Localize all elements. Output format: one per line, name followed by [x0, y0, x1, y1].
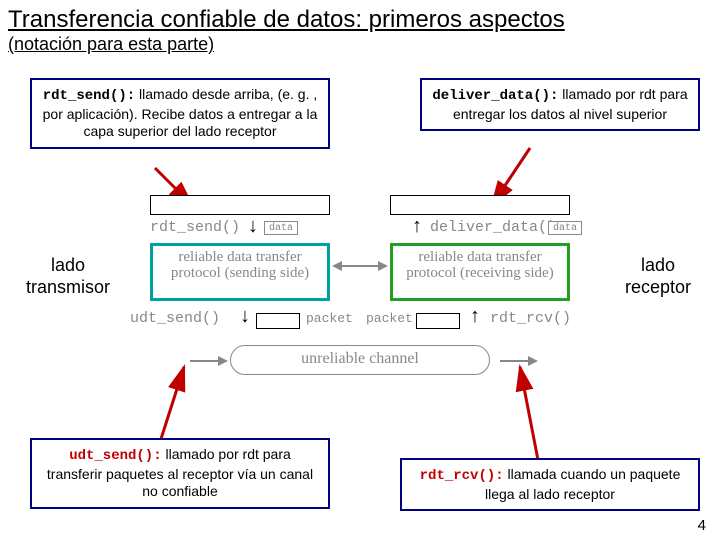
- app-bar-right: [390, 195, 570, 215]
- packet-box-right: [416, 313, 460, 329]
- rdt-send-code: rdt_send():: [43, 88, 135, 104]
- packet-label-left: packet: [306, 311, 353, 326]
- arrow-up-icon: ↑: [470, 305, 480, 328]
- deliver-data-desc: deliver_data(): llamado por rdt para ent…: [420, 78, 700, 131]
- rdt-rcv-desc: rdt_rcv(): llamada cuando un paquete lle…: [400, 458, 700, 511]
- fig-udt-send-label: udt_send(): [130, 310, 220, 327]
- side-left-label: lado transmisor: [18, 255, 118, 298]
- udt-send-code: udt_send():: [69, 448, 161, 464]
- channel-in-arrow: [190, 360, 220, 362]
- rdt-send-desc: rdt_send(): llamado desde arriba, (e. g.…: [30, 78, 330, 149]
- arrow-down-icon: ↓: [240, 305, 250, 328]
- arrow-down-icon: ↓: [248, 215, 258, 238]
- proto-sending: reliable data transfer protocol (sending…: [150, 243, 330, 301]
- udt-send-desc: udt_send(): llamado por rdt para transfe…: [30, 438, 330, 509]
- arrow-up-icon: ↑: [412, 215, 422, 238]
- channel-box: unreliable channel: [230, 345, 490, 375]
- packet-label-right: packet: [366, 311, 413, 326]
- slide-subtitle: (notación para esta parte): [0, 34, 720, 61]
- channel-out-arrow: [500, 360, 530, 362]
- rdt-figure: rdt_send() deliver_data() ↓ ↑ data data …: [130, 195, 590, 405]
- rdt-rcv-code: rdt_rcv():: [420, 468, 504, 484]
- proto-link-arrow: [340, 265, 380, 267]
- fig-rdt-rcv-label: rdt_rcv(): [490, 310, 571, 327]
- fig-rdt-send-label: rdt_send(): [150, 219, 240, 236]
- fig-deliver-data-label: deliver_data(): [430, 219, 556, 236]
- data-box-right: data: [548, 221, 582, 235]
- app-bar-left: [150, 195, 330, 215]
- proto-receiving: reliable data transfer protocol (receivi…: [390, 243, 570, 301]
- deliver-data-code: deliver_data():: [432, 88, 558, 104]
- packet-box-left: [256, 313, 300, 329]
- slide-title: Transferencia confiable de datos: primer…: [0, 0, 720, 34]
- side-right-label: lado receptor: [608, 255, 708, 298]
- rdt-rcv-text: llamada cuando un paquete llega al lado …: [485, 466, 680, 502]
- page-number: 4: [698, 517, 706, 534]
- data-box-left: data: [264, 221, 298, 235]
